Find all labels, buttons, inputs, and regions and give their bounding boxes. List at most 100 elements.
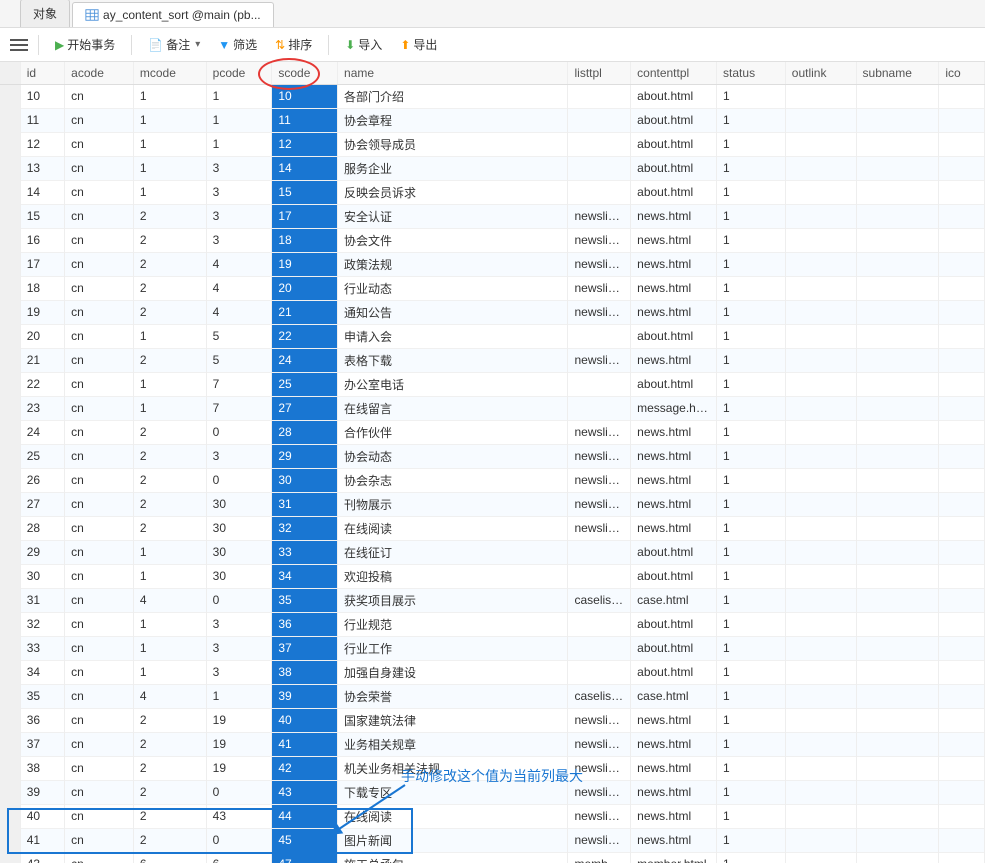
table-row[interactable]: 33cn1337行业工作about.html1 [0,636,985,660]
cell-pcode[interactable]: 3 [206,156,272,180]
cell-subname[interactable] [856,300,939,324]
cell-listtpl[interactable]: newslist.ht [568,204,631,228]
cell-mcode[interactable]: 2 [133,516,206,540]
cell-mcode[interactable]: 1 [133,156,206,180]
cell-scode[interactable]: 25 [272,372,338,396]
table-row[interactable]: 35cn4139协会荣誉caselist.htrcase.html1 [0,684,985,708]
cell-outlink[interactable] [785,780,856,804]
cell-subname[interactable] [856,660,939,684]
cell-contenttpl[interactable]: news.html [631,420,717,444]
cell-ico[interactable] [939,492,985,516]
cell-outlink[interactable] [785,420,856,444]
cell-scode[interactable]: 24 [272,348,338,372]
cell-contenttpl[interactable]: about.html [631,636,717,660]
cell-acode[interactable]: cn [65,492,134,516]
cell-status[interactable]: 1 [717,852,786,863]
cell-mcode[interactable]: 2 [133,348,206,372]
cell-pcode[interactable]: 3 [206,612,272,636]
cell-contenttpl[interactable]: news.html [631,756,717,780]
table-row[interactable]: 22cn1725办公室电话about.html1 [0,372,985,396]
cell-subname[interactable] [856,540,939,564]
cell-status[interactable]: 1 [717,348,786,372]
cell-status[interactable]: 1 [717,780,786,804]
cell-mcode[interactable]: 2 [133,732,206,756]
cell-contenttpl[interactable]: news.html [631,348,717,372]
cell-listtpl[interactable]: newslist.ht [568,348,631,372]
cell-mcode[interactable]: 1 [133,636,206,660]
cell-scode[interactable]: 39 [272,684,338,708]
cell-pcode[interactable]: 7 [206,372,272,396]
cell-name[interactable]: 在线阅读 [338,804,568,828]
table-row[interactable]: 32cn1336行业规范about.html1 [0,612,985,636]
cell-status[interactable]: 1 [717,108,786,132]
table-row[interactable]: 41cn2045图片新闻newslist.htnews.html1 [0,828,985,852]
cell-id[interactable]: 13 [20,156,64,180]
cell-acode[interactable]: cn [65,276,134,300]
cell-name[interactable]: 欢迎投稿 [338,564,568,588]
cell-acode[interactable]: cn [65,780,134,804]
cell-contenttpl[interactable]: news.html [631,444,717,468]
cell-id[interactable]: 24 [20,420,64,444]
cell-status[interactable]: 1 [717,732,786,756]
cell-ico[interactable] [939,252,985,276]
cell-outlink[interactable] [785,492,856,516]
cell-acode[interactable]: cn [65,252,134,276]
cell-id[interactable]: 16 [20,228,64,252]
cell-ico[interactable] [939,348,985,372]
cell-pcode[interactable]: 4 [206,276,272,300]
cell-name[interactable]: 加强自身建设 [338,660,568,684]
cell-status[interactable]: 1 [717,180,786,204]
cell-subname[interactable] [856,588,939,612]
tab-object[interactable]: 对象 [20,0,70,27]
col-header-acode[interactable]: acode [65,62,134,84]
cell-scode[interactable]: 40 [272,708,338,732]
cell-pcode[interactable]: 1 [206,84,272,108]
cell-pcode[interactable]: 1 [206,108,272,132]
cell-outlink[interactable] [785,516,856,540]
cell-id[interactable]: 29 [20,540,64,564]
cell-scode[interactable]: 47 [272,852,338,863]
cell-scode[interactable]: 32 [272,516,338,540]
cell-outlink[interactable] [785,300,856,324]
cell-acode[interactable]: cn [65,156,134,180]
cell-subname[interactable] [856,468,939,492]
import-button[interactable]: ⬇ 导入 [339,33,388,56]
cell-acode[interactable]: cn [65,660,134,684]
cell-mcode[interactable]: 2 [133,228,206,252]
cell-id[interactable]: 15 [20,204,64,228]
cell-mcode[interactable]: 2 [133,276,206,300]
cell-name[interactable]: 申请入会 [338,324,568,348]
cell-acode[interactable]: cn [65,684,134,708]
cell-pcode[interactable]: 4 [206,300,272,324]
cell-status[interactable]: 1 [717,564,786,588]
cell-subname[interactable] [856,804,939,828]
cell-status[interactable]: 1 [717,420,786,444]
cell-listtpl[interactable] [568,324,631,348]
cell-pcode[interactable]: 0 [206,828,272,852]
cell-listtpl[interactable]: newslist.ht [568,756,631,780]
col-header-id[interactable]: id [20,62,64,84]
cell-pcode[interactable]: 30 [206,516,272,540]
cell-ico[interactable] [939,780,985,804]
table-row[interactable]: 17cn2419政策法规newslist.htnews.html1 [0,252,985,276]
cell-outlink[interactable] [785,660,856,684]
cell-name[interactable]: 反映会员诉求 [338,180,568,204]
table-row[interactable]: 34cn1338加强自身建设about.html1 [0,660,985,684]
cell-outlink[interactable] [785,132,856,156]
cell-listtpl[interactable] [568,636,631,660]
table-row[interactable]: 25cn2329协会动态newslist.htnews.html1 [0,444,985,468]
cell-scode[interactable]: 19 [272,252,338,276]
cell-name[interactable]: 协会文件 [338,228,568,252]
cell-subname[interactable] [856,108,939,132]
cell-subname[interactable] [856,204,939,228]
cell-contenttpl[interactable]: news.html [631,516,717,540]
cell-acode[interactable]: cn [65,588,134,612]
cell-listtpl[interactable]: newslist.ht [568,228,631,252]
cell-pcode[interactable]: 3 [206,660,272,684]
cell-acode[interactable]: cn [65,804,134,828]
cell-status[interactable]: 1 [717,540,786,564]
cell-pcode[interactable]: 4 [206,252,272,276]
table-row[interactable]: 20cn1522申请入会about.html1 [0,324,985,348]
cell-mcode[interactable]: 1 [133,564,206,588]
cell-name[interactable]: 行业工作 [338,636,568,660]
